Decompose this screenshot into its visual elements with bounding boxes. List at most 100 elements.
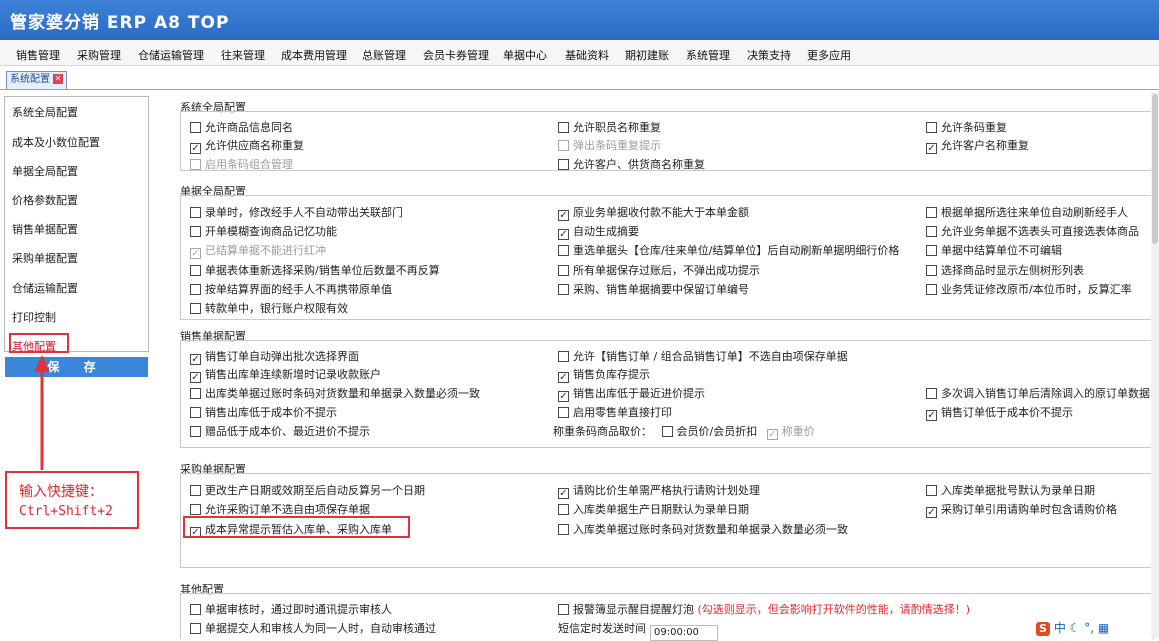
option-g3-3[interactable]: ✓ 销售负库存提示 [558,366,650,383]
checkbox[interactable]: ✓ [926,507,937,518]
sidebar-item-warehouse[interactable]: 仓储运输配置 [12,280,78,296]
checkbox[interactable] [190,485,201,496]
checkbox[interactable] [558,504,569,515]
menu-member[interactable]: 会员卡券管理 [423,47,489,63]
checkbox[interactable] [190,388,201,399]
option-g4-0[interactable]: 更改生产日期或效期至后自动反算另一个日期 [190,482,425,498]
option-g2-15[interactable]: 转款单中，银行账户权限有效 [190,300,348,316]
checkbox[interactable] [190,303,201,314]
close-icon[interactable]: ✕ [53,74,63,84]
option-g2-4[interactable]: ✓ 自动生成摘要 [558,223,639,240]
checkbox[interactable] [558,407,569,418]
option-g2-13[interactable]: 采购、销售单据摘要中保留订单编号 [558,281,749,297]
menu-cost[interactable]: 成本费用管理 [281,47,347,63]
option-allow-customer-supplier-duplicate[interactable]: 允许客户、供货商名称重复 [558,156,705,172]
option-g2-10[interactable]: 所有单据保存过账后，不弹出成功提示 [558,262,760,278]
menu-accounts[interactable]: 往来管理 [221,47,265,63]
option-g3-9[interactable]: ✓ 销售订单低于成本价不提示 [926,404,1073,421]
checkbox[interactable] [926,485,937,496]
sidebar-item-price[interactable]: 价格参数配置 [12,192,78,208]
save-button[interactable]: 保 存 [5,357,148,377]
sidebar-item-system-global[interactable]: 系统全局配置 [12,104,78,120]
option-g2-11[interactable]: 选择商品时显示左侧树形列表 [926,262,1084,278]
option-g3-5[interactable]: ✓ 销售出库低于最近进价提示 [558,385,705,402]
option-g2-14[interactable]: 业务凭证修改原币/本位币时，反算汇率 [926,281,1132,297]
checkbox[interactable]: ✓ [926,143,937,154]
menu-opening[interactable]: 期初建账 [625,47,669,63]
option-g2-2[interactable]: 根据单据所选往来单位自动刷新经手人 [926,204,1128,220]
option-g2-9[interactable]: 单据表体重新选择采购/销售单位后数量不再反算 [190,262,440,278]
checkbox[interactable] [558,159,569,170]
option-g3-1[interactable]: 允许【销售订单 / 组合品销售订单】不选自由项保存单据 [558,348,848,364]
checkbox[interactable] [926,245,937,256]
checkbox[interactable]: ✓ [190,354,201,365]
option-g4-1[interactable]: ✓ 请购比价生单需严格执行请购计划处理 [558,482,760,499]
option-g5-2[interactable]: 单据提交人和审核人为同一人时，自动审核通过 [190,620,436,636]
sidebar-item-sales-docs[interactable]: 销售单据配置 [12,221,78,237]
option-g2-8[interactable]: 单据中结算单位不可编辑 [926,242,1062,258]
checkbox[interactable] [190,122,201,133]
menu-ledger[interactable]: 总账管理 [362,47,406,63]
option-g3-2[interactable]: ✓ 销售出库单连续新增时记录收款账户 [190,366,381,383]
menu-sales[interactable]: 销售管理 [16,47,60,63]
option-allow-customer-duplicate[interactable]: ✓ 允许客户名称重复 [926,137,1029,154]
option-g3-0[interactable]: ✓ 销售订单自动弹出批次选择界面 [190,348,359,365]
sidebar-item-print[interactable]: 打印控制 [12,309,56,325]
menu-decision[interactable]: 决策支持 [747,47,791,63]
checkbox[interactable]: ✓ [558,391,569,402]
option-g2-12[interactable]: 按单结算界面的经手人不再携带原单值 [190,281,392,297]
checkbox[interactable] [190,226,201,237]
checkbox[interactable] [190,284,201,295]
option-allow-barcode-duplicate[interactable]: 允许条码重复 [926,119,1007,135]
option-g4-4[interactable]: 入库类单据生产日期默认为录单日期 [558,501,749,517]
checkbox[interactable]: ✓ [926,410,937,421]
menu-purchase[interactable]: 采购管理 [77,47,121,63]
checkbox[interactable] [926,388,937,399]
option-allow-staff-duplicate[interactable]: 允许职员名称重复 [558,119,661,135]
checkbox[interactable] [926,122,937,133]
option-g4-5[interactable]: ✓ 采购订单引用请购单时包含请购价格 [926,501,1117,518]
checkbox[interactable] [558,284,569,295]
checkbox[interactable] [926,265,937,276]
menu-more-apps[interactable]: 更多应用 [807,47,851,63]
option-g3-8[interactable]: 启用零售单直接打印 [558,404,672,420]
checkbox[interactable] [558,524,569,535]
vertical-scrollbar[interactable] [1151,92,1159,637]
option-g4-7[interactable]: 入库类单据过账时条码对货数量和单据录入数量必须一致 [558,521,848,537]
scrollbar-thumb[interactable] [1152,94,1158,244]
option-g5-1[interactable]: 报警簿显示醒目提醒灯泡 (勾选则显示，但会影响打开软件的性能，请酌情选择！) [558,601,970,617]
checkbox[interactable] [190,407,201,418]
option-g3-10[interactable]: 赠品低于成本价、最近进价不提示 [190,423,370,439]
checkbox[interactable] [558,604,569,615]
option-g3-7[interactable]: 销售出库低于成本价不提示 [190,404,337,420]
menu-documents[interactable]: 单据中心 [503,47,547,63]
checkbox[interactable]: ✓ [190,372,201,383]
sidebar-item-purchase-docs[interactable]: 采购单据配置 [12,250,78,266]
option-member-price[interactable]: 会员价/会员折扣 [661,425,757,438]
option-allow-product-same-name[interactable]: 允许商品信息同名 [190,119,293,135]
tab-system-config[interactable]: 系统配置 ✕ [6,71,67,89]
checkbox[interactable] [926,284,937,295]
option-g2-7[interactable]: 重选单据头【仓库/往来单位/结算单位】后自动刷新单据明细行价格 [558,242,899,258]
menu-system[interactable]: 系统管理 [686,47,730,63]
option-g4-2[interactable]: 入库类单据批号默认为录单日期 [926,482,1095,498]
checkbox[interactable] [661,426,673,437]
sms-time-input[interactable]: 09:00:00 [650,625,718,641]
menu-basic-data[interactable]: 基础资料 [565,47,609,63]
option-g5-0[interactable]: 单据审核时，通过即时通讯提示审核人 [190,601,392,617]
checkbox[interactable] [558,245,569,256]
option-g2-3[interactable]: 开单模糊查询商品记忆功能 [190,223,337,239]
checkbox[interactable] [190,207,201,218]
ime-tray[interactable]: S 中 ☾ °, ▦ [1036,619,1109,637]
checkbox[interactable]: ✓ [558,210,569,221]
option-g2-5[interactable]: 允许业务单据不选表头可直接选表体商品 [926,223,1139,239]
checkbox[interactable] [190,504,201,515]
option-g4-3[interactable]: 允许采购订单不选自由项保存单据 [190,501,370,517]
option-allow-supplier-duplicate[interactable]: ✓ 允许供应商名称重复 [190,137,304,154]
menu-warehouse[interactable]: 仓储运输管理 [138,47,204,63]
checkbox[interactable]: ✓ [190,143,201,154]
checkbox[interactable]: ✓ [558,372,569,383]
sidebar-item-cost-decimal[interactable]: 成本及小数位配置 [12,134,100,150]
checkbox[interactable]: ✓ [558,488,569,499]
sidebar-item-document-global[interactable]: 单据全局配置 [12,163,78,179]
